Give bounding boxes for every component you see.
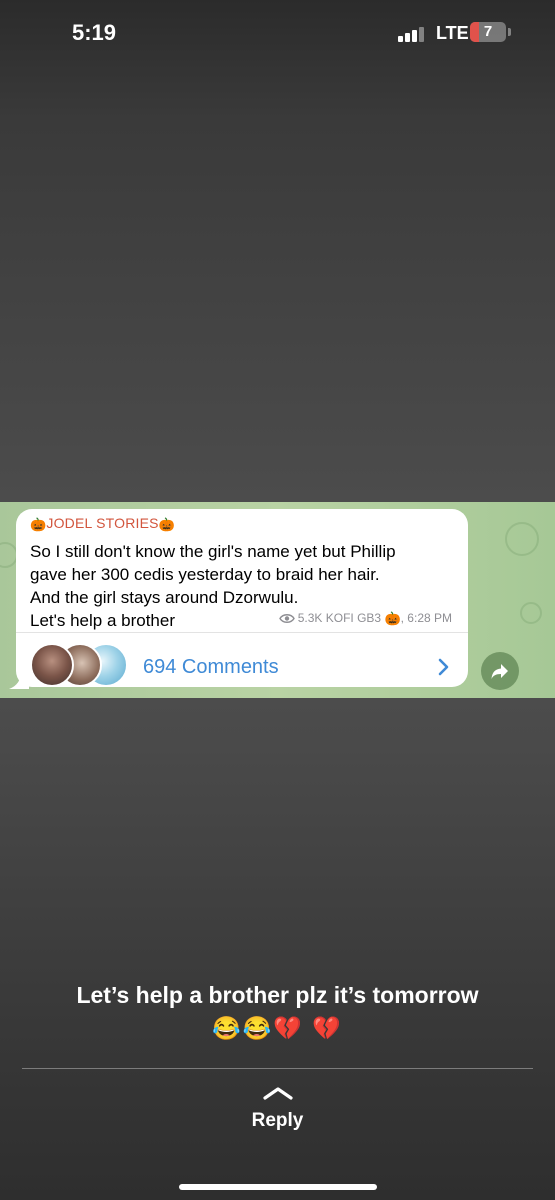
channel-label: JODEL STORIES: [46, 515, 159, 531]
status-time: 5:19: [72, 20, 117, 45]
chevron-up-icon[interactable]: [262, 1085, 294, 1101]
network-type: LTE: [436, 23, 469, 43]
bubble-tail: [9, 672, 29, 689]
eye-icon: [278, 614, 295, 623]
cellular-signal-icon: [398, 26, 428, 42]
message-meta: 5.3K KOFI GB3 🎃, 6:28 PM: [278, 611, 452, 627]
message-bubble[interactable]: 🎃JODEL STORIES🎃 So I still don't know th…: [16, 509, 468, 687]
share-button[interactable]: [481, 652, 519, 690]
message-line: So I still don't know the girl's name ye…: [30, 542, 396, 561]
bubble-divider: [16, 632, 468, 633]
pumpkin-icon: 🎃: [30, 517, 47, 532]
status-bar: 5:19 LTE 7: [0, 0, 555, 70]
battery-level: 7: [483, 23, 493, 40]
message-line: gave her 300 cedis yesterday to braid he…: [30, 565, 380, 584]
battery-icon: 7: [470, 22, 506, 42]
shared-post-card[interactable]: 🎃JODEL STORIES🎃 So I still don't know th…: [0, 502, 555, 698]
caption-emojis: 😂😂💔 💔: [212, 1015, 343, 1041]
avatar: [30, 643, 74, 687]
channel-name[interactable]: 🎃JODEL STORIES🎃: [30, 515, 175, 533]
home-indicator[interactable]: [179, 1184, 377, 1190]
chevron-right-icon[interactable]: [436, 657, 452, 677]
forward-arrow-icon: [491, 664, 508, 679]
reply-divider: [22, 1068, 533, 1069]
comments-link[interactable]: 694 Comments: [143, 656, 279, 679]
post-author: KOFI GB3: [325, 611, 382, 625]
message-line: And the girl stays around Dzorwulu.: [30, 588, 299, 607]
post-time: , 6:28 PM: [400, 611, 452, 625]
pumpkin-icon: 🎃: [158, 517, 176, 532]
reply-button[interactable]: Reply: [0, 1110, 555, 1132]
story-caption: Let’s help a brother plz it’s tomorrow: [76, 982, 479, 1008]
view-count: 5.3K: [297, 611, 323, 625]
battery-tip: [508, 28, 511, 36]
commenter-avatars: [30, 643, 130, 687]
pumpkin-icon: 🎃: [384, 611, 401, 626]
